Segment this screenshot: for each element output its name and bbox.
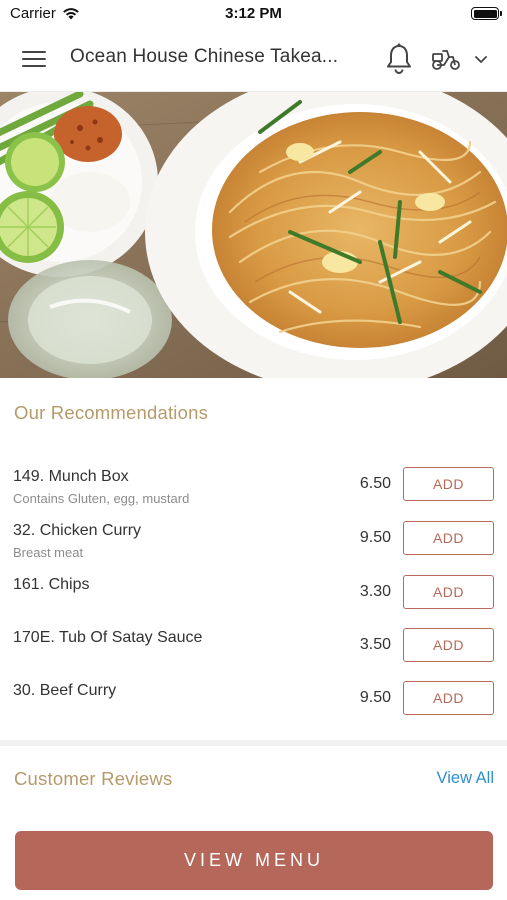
- menu-item-row: 30. Beef Curry 9.50 ADD: [0, 674, 507, 728]
- item-name: 32. Chicken Curry: [13, 522, 142, 539]
- view-all-reviews-link[interactable]: View All: [437, 769, 494, 788]
- status-bar: Carrier 3:12 PM: [0, 0, 507, 28]
- add-button[interactable]: ADD: [403, 681, 494, 715]
- item-price: 9.50: [359, 529, 391, 546]
- battery-icon: [471, 7, 502, 20]
- add-button[interactable]: ADD: [403, 628, 494, 662]
- bell-icon[interactable]: [384, 42, 414, 76]
- add-button[interactable]: ADD: [403, 521, 494, 555]
- hero-food-image: [0, 92, 507, 378]
- menu-item-row: 161. Chips 3.30 ADD: [0, 568, 507, 622]
- section-divider: [0, 740, 507, 746]
- item-price: 9.50: [359, 689, 391, 706]
- add-button[interactable]: ADD: [403, 467, 494, 501]
- delivery-mode-selector[interactable]: [430, 46, 492, 72]
- menu-item-row: 149. Munch Box Contains Gluten, egg, mus…: [0, 460, 507, 514]
- status-time: 3:12 PM: [225, 5, 282, 22]
- navigation-bar: Ocean House Chinese Takea...: [0, 28, 507, 92]
- recommendations-title: Our Recommendations: [14, 402, 209, 423]
- menu-item-row: 32. Chicken Curry Breast meat 9.50 ADD: [0, 514, 507, 568]
- item-name: 161. Chips: [13, 576, 90, 593]
- chevron-down-icon: [475, 56, 487, 63]
- item-description: Contains Gluten, egg, mustard: [13, 491, 190, 506]
- item-price: 3.30: [359, 583, 391, 600]
- item-name: 170E. Tub Of Satay Sauce: [13, 629, 203, 646]
- item-price: 6.50: [359, 475, 391, 492]
- item-name: 30. Beef Curry: [13, 682, 117, 699]
- scooter-icon: [432, 50, 460, 70]
- item-name: 149. Munch Box: [13, 468, 129, 485]
- item-description: Breast meat: [13, 545, 84, 560]
- restaurant-title: Ocean House Chinese Takea...: [70, 46, 339, 67]
- hamburger-menu-icon[interactable]: [22, 49, 48, 69]
- item-price: 3.50: [359, 636, 391, 653]
- menu-item-row: 170E. Tub Of Satay Sauce 3.50 ADD: [0, 621, 507, 675]
- add-button[interactable]: ADD: [403, 575, 494, 609]
- view-menu-button[interactable]: VIEW MENU: [15, 831, 493, 890]
- reviews-title: Customer Reviews: [14, 768, 173, 789]
